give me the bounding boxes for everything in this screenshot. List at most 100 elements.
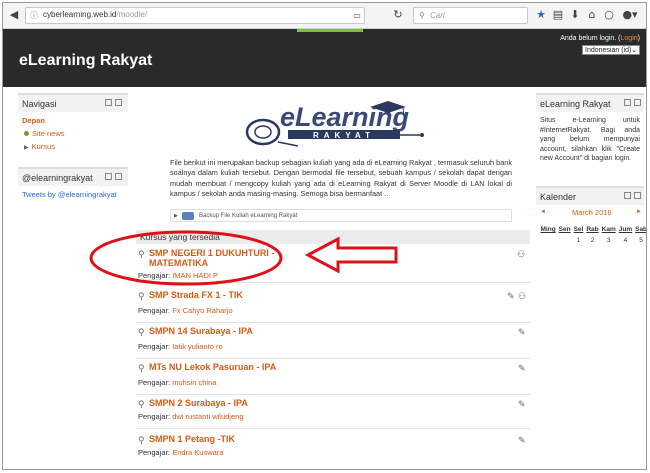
block-hide-icon[interactable] <box>115 99 122 106</box>
site-header: eLearning Rakyat Anda belum login. (Logi… <box>3 29 646 87</box>
url-text: cyberlearning.web.id/moodle/ <box>43 10 148 19</box>
teacher-link[interactable]: Fx Cahyo Raharjo <box>172 306 232 315</box>
calendar-day-header: Sel <box>573 226 584 233</box>
backup-file-row[interactable]: ▶ Backup File Kuliah eLearning Rakyat <box>170 209 512 222</box>
calendar-day[interactable]: 1 <box>572 234 585 247</box>
twitter-title: @elearningrakyat <box>22 173 93 183</box>
calendar-table: Ming Sen Sel Rab Kam Jum Sab 1 2 3 4 5 <box>539 225 647 247</box>
self-enrol-icon: ✎ <box>507 291 515 301</box>
block-dock-icon[interactable] <box>105 173 112 180</box>
calendar-day[interactable]: 4 <box>617 234 633 247</box>
calendar-day-header: Jum <box>618 226 633 233</box>
course-name[interactable]: SMPN 1 Petang -TIK <box>149 434 449 444</box>
calendar-day-header: Sen <box>558 226 571 233</box>
course-item[interactable]: ⚲ MTs NU Lekok Pasuruan - IPA Pengajar: … <box>136 359 530 395</box>
block-hide-icon[interactable] <box>634 192 641 199</box>
chat-icon[interactable]: ○ <box>603 7 615 23</box>
course-teacher: Pengajar: Endra Kuswara <box>138 448 224 457</box>
clipboard-icon[interactable]: ▤ <box>552 7 564 23</box>
calendar-day-header: Kam <box>601 226 616 233</box>
teacher-link[interactable]: Endra Kuswara <box>172 448 223 457</box>
course-item[interactable]: ⚲ SMP NEGERI 1 DUKUHTURI - MATEMATIKA Pe… <box>136 245 530 283</box>
course-item[interactable]: ⚲ SMP Strada FX 1 - TIK Pengajar: Fx Cah… <box>136 287 530 323</box>
calendar-day-header: Sab <box>635 226 647 233</box>
calendar-title: Kalender <box>540 192 577 202</box>
login-info: Anda belum login. (Login) <box>560 35 640 42</box>
calendar-day <box>557 234 572 247</box>
course-icon: ⚲ <box>138 291 145 301</box>
search-placeholder: Cari <box>430 11 445 20</box>
course-item[interactable]: ⚲ SMPN 1 Petang -TIK Pengajar: Endra Kus… <box>136 431 530 465</box>
course-item[interactable]: ⚲ SMPN 14 Surabaya - IPA Pengajar: tatik… <box>136 323 530 359</box>
intro-text: File berikut ini merupakan backup sebagi… <box>170 158 512 199</box>
calendar-day-header: Rab <box>586 226 599 233</box>
course-name[interactable]: SMPN 2 Surabaya - IPA <box>149 398 449 408</box>
home-icon[interactable]: ⌂ <box>586 7 598 23</box>
teacher-link[interactable]: dwi rustanti wiludjeng <box>172 412 243 421</box>
course-icon: ⚲ <box>138 399 145 409</box>
self-enrol-icon: ✎ <box>518 363 526 373</box>
expand-arrow-icon: ▶ <box>174 213 178 219</box>
self-enrol-icon: ✎ <box>518 435 526 445</box>
browser-toolbar: ◀ ⓘ cyberlearning.web.id/moodle/ ▭ ↻ ⚲ C… <box>3 3 646 29</box>
teacher-link[interactable]: muhsin china <box>172 378 216 387</box>
self-enrol-icon: ✎ <box>518 399 526 409</box>
login-link[interactable]: Login <box>621 35 638 42</box>
course-item[interactable]: ⚲ SMPN 2 Surabaya - IPA Pengajar: dwi ru… <box>136 395 530 429</box>
language-select[interactable]: Indonesian (id) ⌄ <box>582 45 640 55</box>
address-bar[interactable]: ⓘ cyberlearning.web.id/moodle/ ▭ <box>25 7 365 24</box>
twitter-link[interactable]: Tweets by @elearningrakyat <box>22 190 117 199</box>
navigation-block: Navigasi Depan Site news ▶ Kursus <box>18 93 128 161</box>
course-name[interactable]: SMP NEGERI 1 DUKUHTURI - MATEMATIKA <box>149 248 309 268</box>
menu-icon[interactable]: ●▾ <box>620 7 640 23</box>
teacher-link[interactable]: tatik yulianto ro <box>172 342 222 351</box>
calendar-day[interactable]: 5 <box>634 234 646 247</box>
navigation-title: Navigasi <box>22 99 57 109</box>
course-teacher: Pengajar: Fx Cahyo Raharjo <box>138 306 233 315</box>
course-name[interactable]: MTs NU Lekok Pasuruan - IPA <box>149 362 449 372</box>
course-icon: ⚲ <box>138 363 145 373</box>
block-hide-icon[interactable] <box>634 99 641 106</box>
elearning-rakyat-logo: eLearning RAKYAT <box>238 98 428 153</box>
site-title[interactable]: eLearning Rakyat <box>19 52 152 70</box>
nav-home[interactable]: Depan <box>22 116 124 126</box>
course-teacher: Pengajar: muhsin china <box>138 378 217 387</box>
info-icon: ⓘ <box>30 11 38 20</box>
block-dock-icon[interactable] <box>624 192 631 199</box>
expand-arrow-icon[interactable]: ▶ <box>24 145 29 151</box>
bookmark-star-icon[interactable]: ★ <box>535 7 547 23</box>
course-name[interactable]: SMP Strada FX 1 - TIK <box>149 290 449 300</box>
calendar-month: March 2016 <box>572 208 612 217</box>
twitter-block: @elearningrakyat Tweets by @elearningrak… <box>18 167 128 203</box>
block-dock-icon[interactable] <box>105 99 112 106</box>
course-name[interactable]: SMPN 14 Surabaya - IPA <box>149 326 449 336</box>
header-tab <box>297 29 363 32</box>
backup-file-icon <box>182 212 194 220</box>
download-icon[interactable]: ⬇ <box>569 7 581 23</box>
calendar-day <box>539 234 557 247</box>
bullet-icon <box>24 131 29 136</box>
reader-icon[interactable]: ▭ <box>352 8 362 24</box>
calendar-day[interactable]: 3 <box>600 234 617 247</box>
nav-site-news[interactable]: Site news <box>32 129 65 138</box>
block-dock-icon[interactable] <box>624 99 631 106</box>
nav-courses[interactable]: Kursus <box>32 142 55 151</box>
course-icon: ⚲ <box>138 327 145 337</box>
calendar-next[interactable]: ► <box>636 209 642 215</box>
calendar-prev[interactable]: ◄ <box>540 209 546 215</box>
course-teacher: Pengajar: IMAN HADI P <box>138 271 219 280</box>
search-input[interactable]: ⚲ Cari <box>413 7 528 24</box>
self-enrol-icon: ✎ <box>518 327 526 337</box>
calendar-day[interactable]: 2 <box>585 234 600 247</box>
available-courses-header: Kursus yang tersedia <box>136 230 530 244</box>
course-teacher: Pengajar: tatik yulianto ro <box>138 342 223 351</box>
guest-access-icon: ⚇ <box>518 291 527 301</box>
block-hide-icon[interactable] <box>115 173 122 180</box>
teacher-link[interactable]: IMAN HADI P <box>172 271 218 280</box>
reload-icon[interactable]: ↻ <box>391 7 405 23</box>
search-icon: ⚲ <box>419 11 425 20</box>
back-icon[interactable]: ◀ <box>7 7 21 23</box>
backup-file-label[interactable]: Backup File Kuliah eLearning Rakyat <box>199 213 297 219</box>
elearning-block-title: eLearning Rakyat <box>540 99 611 109</box>
guest-access-icon: ⚇ <box>517 249 526 259</box>
